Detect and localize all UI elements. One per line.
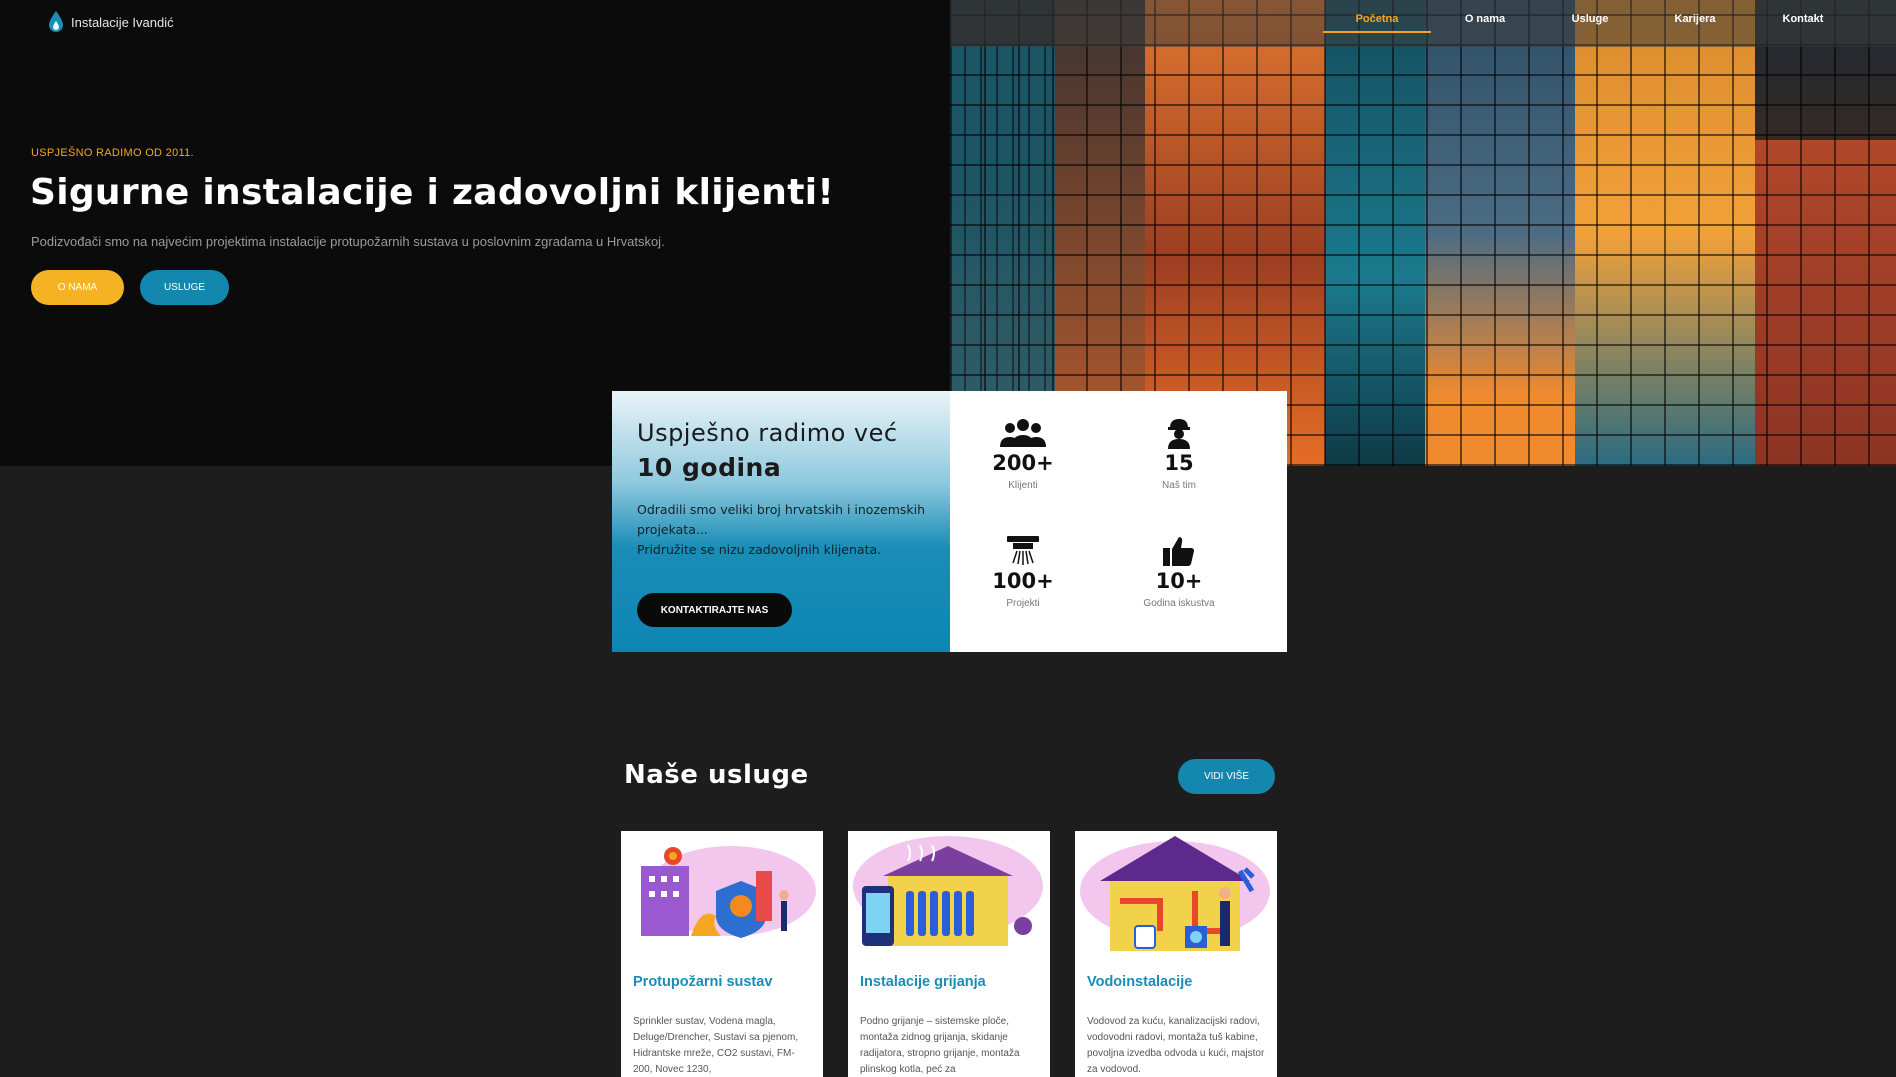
fire-protection-illustration	[621, 831, 823, 956]
service-card-text: Podno grijanje – sistemske ploče, montaž…	[860, 1016, 1020, 1075]
services-title: Naše usluge	[624, 760, 809, 790]
hero-title: Sigurne instalacije i zadovoljni klijent…	[30, 172, 835, 213]
stats-text-line1: Odradili smo veliki broj hrvatskih i ino…	[637, 502, 926, 537]
service-card-grijanje[interactable]: Instalacije grijanja Podno grijanje – si…	[848, 831, 1050, 1077]
stats-heading-line1: Uspješno radimo već	[637, 419, 898, 447]
usluge-button[interactable]: USLUGE	[140, 270, 229, 305]
stats-intro-panel: Uspješno radimo već 10 godina Odradili s…	[612, 391, 950, 652]
hero-kicker: USPJEŠNO RADIMO OD 2011.	[31, 147, 194, 159]
nav-item-usluge[interactable]: Usluge	[1539, 0, 1641, 33]
stats-text-line2: Pridružite se nizu zadovoljnih klijenata…	[637, 542, 882, 557]
logo-text: Instalacije Ivandić	[71, 14, 174, 30]
logo[interactable]: Instalacije Ivandić	[47, 10, 174, 34]
service-card-text: Vodovod za kuću, kanalizacijski radovi, …	[1087, 1016, 1265, 1075]
main-nav: Početna O nama Usluge Karijera Kontakt	[1323, 0, 1857, 33]
nav-item-o-nama[interactable]: O nama	[1431, 0, 1539, 33]
o-nama-button[interactable]: O NAMA	[31, 270, 124, 305]
stat-label: Naš tim	[1162, 480, 1196, 491]
stat-label: Godina iskustva	[1143, 598, 1215, 609]
stats-heading-line2: 10 godina	[637, 453, 782, 482]
stat-value: 100+	[992, 569, 1054, 593]
hero-subtitle: Podizvođači smo na najvećim projektima i…	[31, 234, 665, 249]
nav-item-kontakt[interactable]: Kontakt	[1749, 0, 1857, 33]
service-card-title: Vodoinstalacije	[1087, 974, 1193, 990]
stat-value: 15	[1164, 451, 1194, 475]
vidi-vise-button[interactable]: VIDI VIŠE	[1178, 759, 1275, 794]
stats-description: Odradili smo veliki broj hrvatskih i ino…	[637, 500, 927, 560]
group-icon	[1000, 419, 1046, 447]
service-card-vodoinstalacije[interactable]: Vodoinstalacije Vodovod za kuću, kanaliz…	[1075, 831, 1277, 1077]
worker-icon	[1168, 419, 1190, 449]
nav-item-pocetna[interactable]: Početna	[1323, 0, 1431, 33]
stat-value: 200+	[992, 451, 1054, 475]
kontaktirajte-nas-button[interactable]: KONTAKTIRAJTE NAS	[637, 593, 792, 627]
thumbs-up-icon	[1163, 537, 1194, 566]
sprinkler-icon	[1007, 536, 1039, 565]
stat-klijenti: 200+ Klijenti	[963, 417, 1083, 491]
stat-projekti: 100+ Projekti	[963, 535, 1083, 609]
service-card-title: Instalacije grijanja	[860, 974, 986, 990]
service-card-title: Protupožarni sustav	[633, 974, 773, 990]
stat-label: Klijenti	[1008, 480, 1038, 491]
stat-godina-iskustva: 10+ Godina iskustva	[1119, 535, 1239, 609]
stats-counters-panel: 200+ Klijenti 15 Naš tim 100+ Projekti 1…	[950, 391, 1287, 652]
service-card-protupozarni[interactable]: Protupožarni sustav Sprinkler sustav, Vo…	[621, 831, 823, 1077]
service-card-text: Sprinkler sustav, Vodena magla, Deluge/D…	[633, 1016, 799, 1075]
plumbing-illustration	[1075, 831, 1277, 956]
stat-value: 10+	[1155, 569, 1203, 593]
nav-item-karijera[interactable]: Karijera	[1641, 0, 1749, 33]
water-drop-icon	[49, 11, 63, 32]
stat-label: Projekti	[1006, 598, 1040, 609]
heating-illustration	[848, 831, 1050, 956]
stat-nas-tim: 15 Naš tim	[1119, 417, 1239, 491]
